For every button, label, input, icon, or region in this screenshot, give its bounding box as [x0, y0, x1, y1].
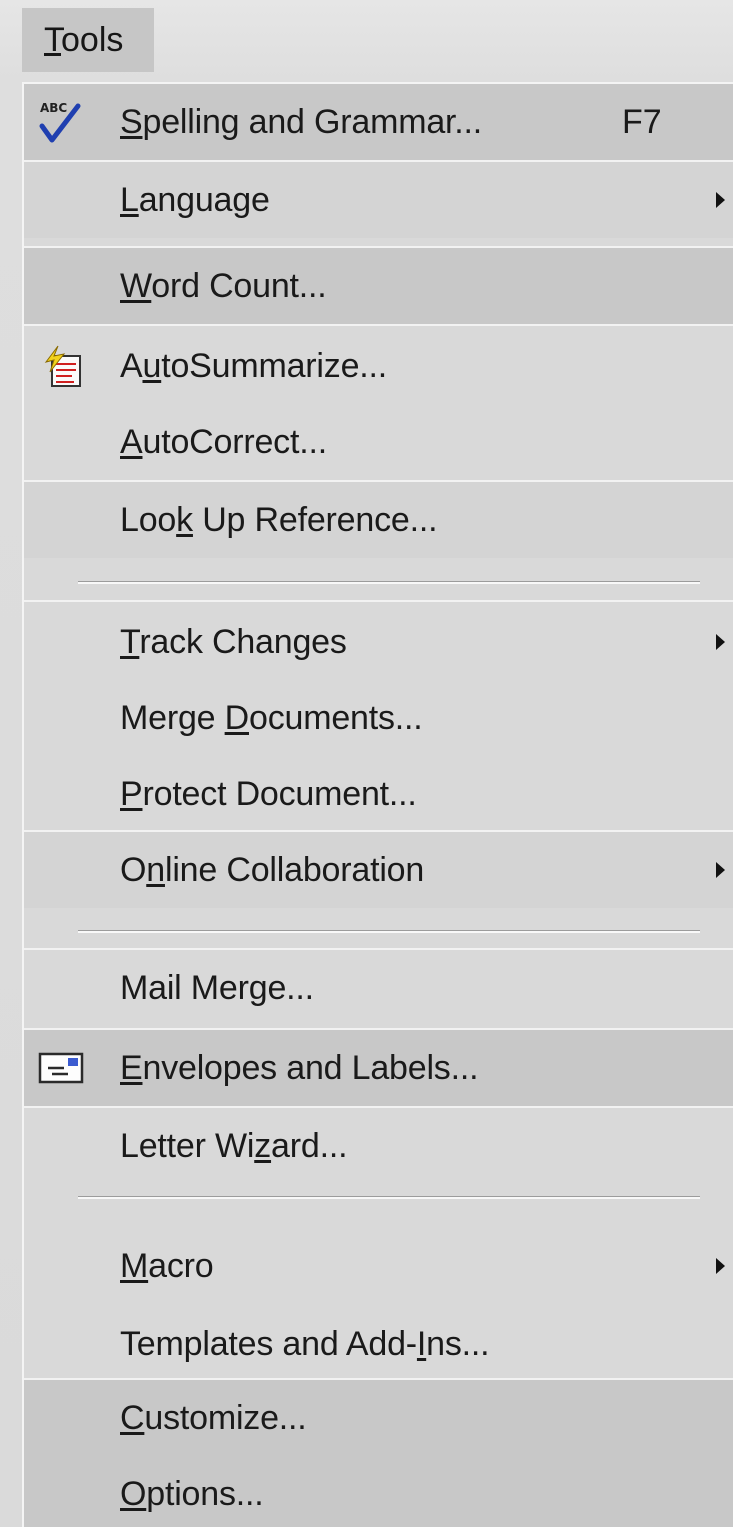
menu-item-macro[interactable]: Macro — [24, 1228, 733, 1304]
menu-item-autosummarize[interactable]: AutoSummarize... — [24, 328, 733, 404]
menu-item-autocorrect[interactable]: AutoCorrect... — [24, 404, 733, 480]
menu-separator — [78, 930, 700, 933]
menu-item-label: Spelling and Grammar... — [120, 103, 483, 141]
screen: Tools ABC Spelling and Grammar... F7 Lan… — [0, 0, 733, 1527]
row-divider — [24, 324, 733, 326]
menu-item-label: Macro — [120, 1247, 214, 1285]
menu-item-label: Mail Merge... — [120, 969, 314, 1007]
menu-item-track-changes[interactable]: Track Changes — [24, 604, 733, 680]
menu-item-protect-document[interactable]: Protect Document... — [24, 756, 733, 832]
spelling-check-icon: ABC — [39, 101, 81, 143]
menu-item-merge-documents[interactable]: Merge Documents... — [24, 680, 733, 756]
menu-item-label: Letter Wizard... — [120, 1127, 348, 1165]
menu-item-spelling-and-grammar[interactable]: ABC Spelling and Grammar... F7 — [24, 84, 733, 160]
svg-text:ABC: ABC — [40, 101, 67, 115]
menu-item-label: Language — [120, 181, 270, 219]
menu-item-label: Word Count... — [120, 267, 327, 305]
submenu-arrow-icon — [716, 862, 725, 878]
menu-item-mail-merge[interactable]: Mail Merge... — [24, 950, 733, 1026]
menu-item-letter-wizard[interactable]: Letter Wizard... — [24, 1108, 733, 1184]
tools-dropdown-menu: ABC Spelling and Grammar... F7 Language … — [22, 82, 733, 1527]
menu-bar: Tools — [0, 0, 733, 80]
menu-separator — [78, 581, 700, 584]
tools-menu-title[interactable]: Tools — [22, 8, 154, 72]
tools-mnemonic: T — [44, 21, 61, 59]
submenu-arrow-icon — [716, 192, 725, 208]
menu-item-label: AutoSummarize... — [120, 347, 388, 385]
envelope-icon — [38, 1052, 84, 1084]
menu-item-label: Look Up Reference... — [120, 501, 438, 539]
menu-item-word-count[interactable]: Word Count... — [24, 248, 733, 324]
autosummarize-icon — [44, 345, 81, 387]
shortcut-text: F7 — [622, 103, 662, 141]
menu-item-envelopes-and-labels[interactable]: Envelopes and Labels... — [24, 1030, 733, 1106]
menu-item-look-up-reference[interactable]: Look Up Reference... — [24, 482, 733, 558]
menu-item-label: Online Collaboration — [120, 851, 425, 889]
menu-item-label: Protect Document... — [120, 775, 417, 813]
menu-item-label: Envelopes and Labels... — [120, 1049, 479, 1087]
menu-item-options[interactable]: Options... — [24, 1456, 733, 1527]
menu-separator — [78, 1196, 700, 1199]
menu-item-customize[interactable]: Customize... — [24, 1380, 733, 1456]
menu-item-label: Templates and Add-Ins... — [120, 1325, 490, 1363]
row-divider — [24, 600, 733, 602]
menu-item-online-collaboration[interactable]: Online Collaboration — [24, 832, 733, 908]
menu-item-label: AutoCorrect... — [120, 423, 327, 461]
menu-item-label: Customize... — [120, 1399, 307, 1437]
menu-item-language[interactable]: Language — [24, 162, 733, 238]
tools-title-rest: ools — [61, 21, 124, 59]
menu-item-label: Options... — [120, 1475, 264, 1513]
menu-item-label: Track Changes — [120, 623, 347, 661]
submenu-arrow-icon — [716, 1258, 725, 1274]
submenu-arrow-icon — [716, 634, 725, 650]
menu-item-templates-and-add-ins[interactable]: Templates and Add-Ins... — [24, 1306, 733, 1382]
menu-item-label: Merge Documents... — [120, 699, 423, 737]
